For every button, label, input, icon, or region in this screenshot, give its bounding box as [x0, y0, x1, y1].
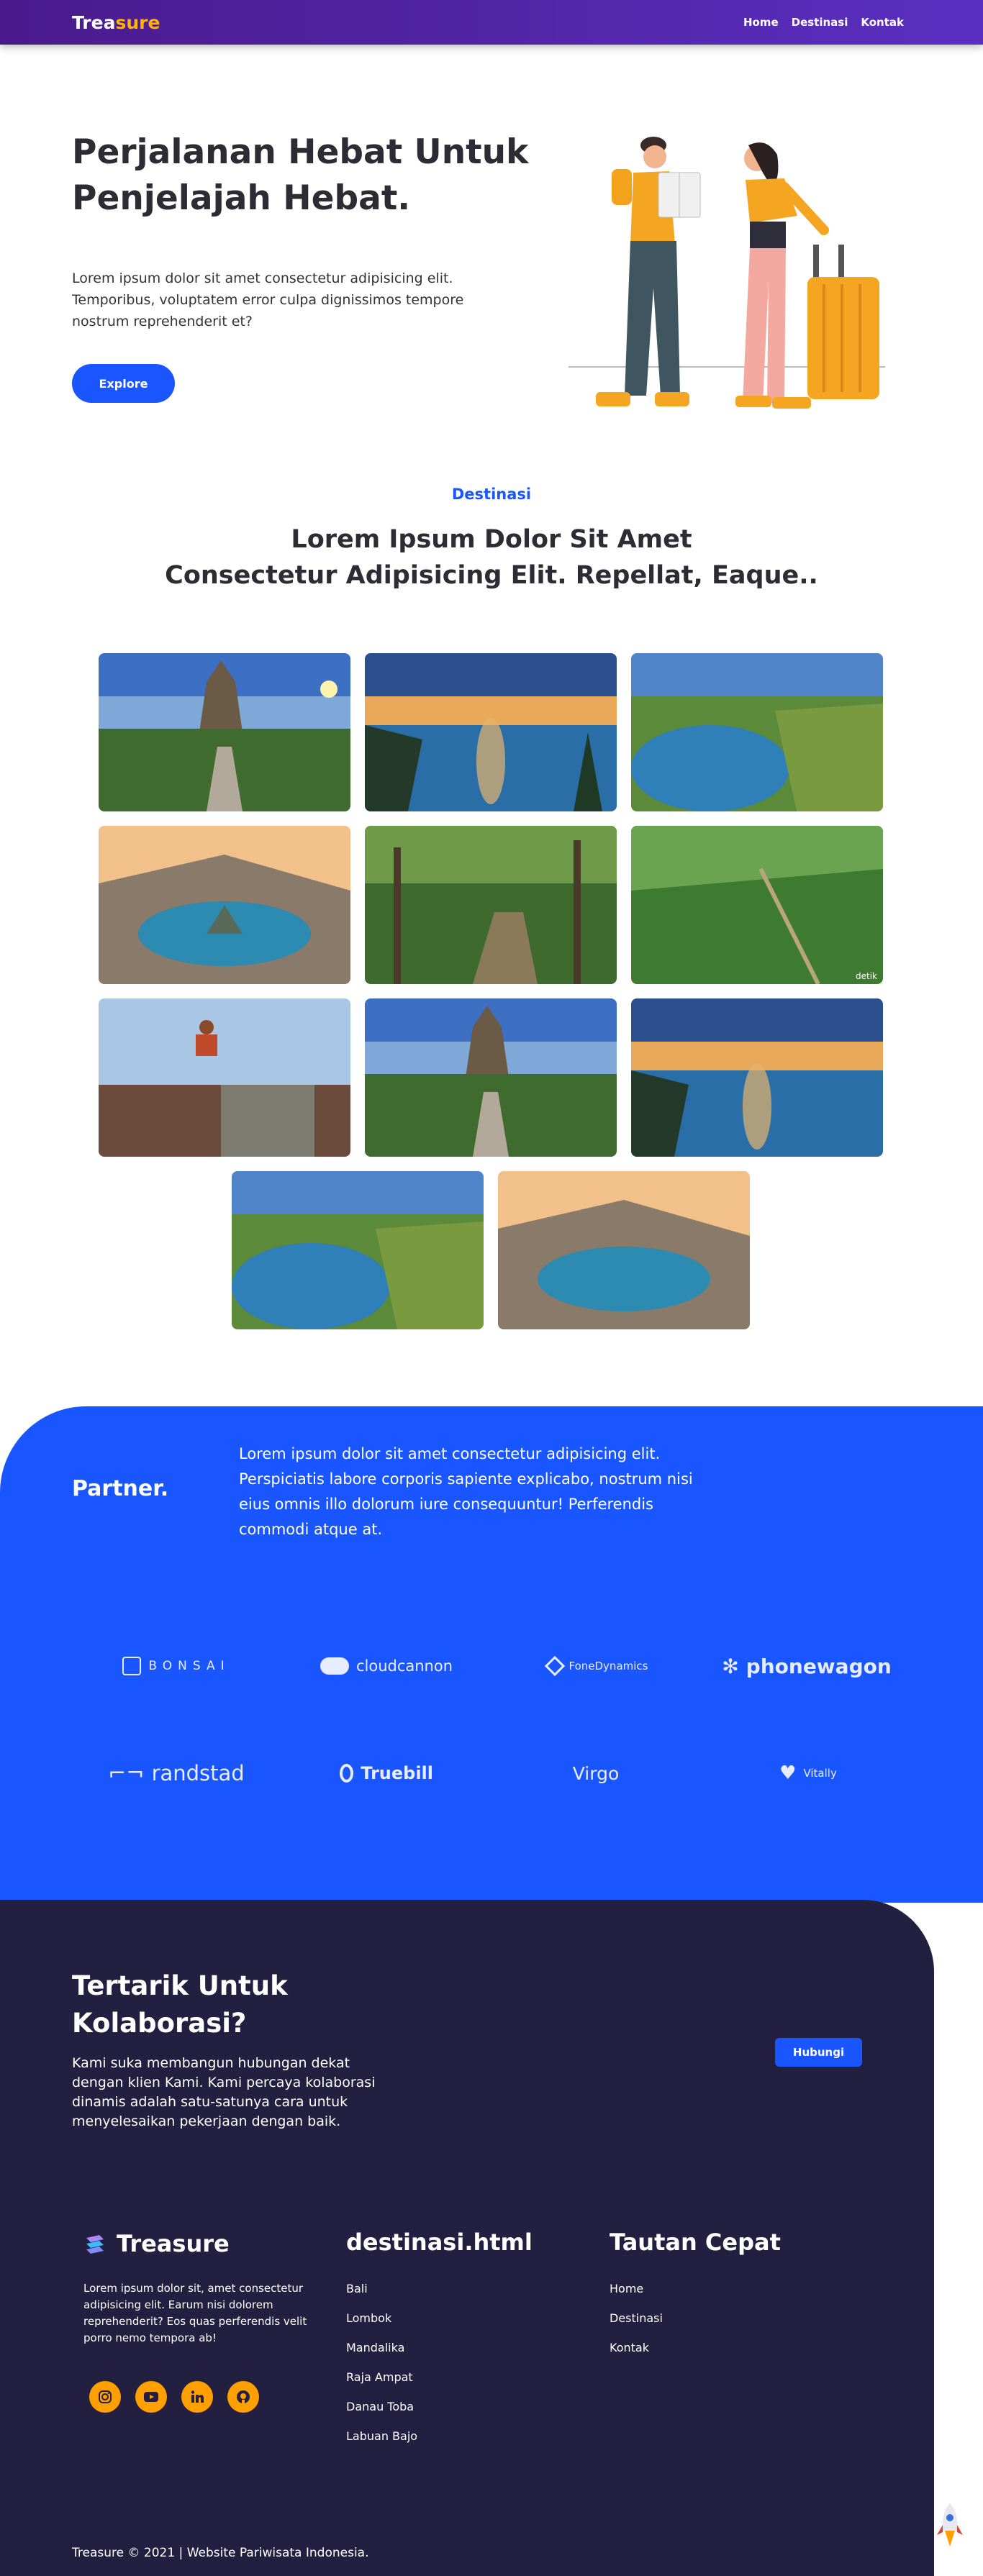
hero-title: Perjalanan Hebat Untuk Penjelajah Hebat.	[72, 132, 529, 218]
footer-link-home[interactable]: Home	[610, 2282, 663, 2311]
footer-link-raja-ampat[interactable]: Raja Ampat	[346, 2370, 417, 2400]
partner-logo-virgo-text: Virgo	[572, 1762, 620, 1784]
footer-link-lombok[interactable]: Lombok	[346, 2311, 417, 2341]
partner-logo-randstad-text: randstad	[151, 1761, 245, 1785]
partner-logo-truebill: Truebill	[340, 1759, 433, 1788]
footer-link-destinasi[interactable]: Destinasi	[610, 2311, 663, 2341]
randstad-icon: ⌐¬	[108, 1760, 145, 1786]
partner-logo-vitally-text: Vitally	[803, 1767, 837, 1780]
gallery-image-crater-lake[interactable]	[498, 1171, 750, 1329]
footer-destinasi-title: destinasi.html	[346, 2229, 533, 2256]
destinasi-kicker: Destinasi	[451, 486, 532, 503]
footer-destinasi-links: Bali Lombok Mandalika Raja Ampat Danau T…	[346, 2282, 417, 2459]
partner-logo-cloudcannon-text: cloudcannon	[355, 1657, 453, 1675]
partner-logo-phonewagon: ✻ phonewagon	[715, 1652, 899, 1680]
collab-title: Tertarik Untuk Kolaborasi?	[72, 1970, 288, 2039]
youtube-icon[interactable]	[135, 2381, 167, 2413]
partner-logo-randstad: ⌐¬ randstad	[104, 1759, 248, 1788]
instagram-icon[interactable]	[89, 2381, 121, 2413]
treasure-logo-icon	[86, 2235, 104, 2254]
collab-description: Kami suka membangun hubungan dekat denga…	[72, 2055, 376, 2129]
nav-link-destinasi[interactable]: Destinasi	[792, 16, 848, 29]
partner-logo-virgo: Virgo	[563, 1759, 628, 1788]
footer-link-bali[interactable]: Bali	[346, 2282, 417, 2311]
footer-link-kontak[interactable]: Kontak	[610, 2341, 663, 2370]
gallery-image-temple[interactable]	[99, 653, 350, 811]
partner-title: Partner.	[72, 1476, 169, 1501]
footer-tautan-links: Home Destinasi Kontak	[610, 2282, 663, 2370]
truebill-icon	[340, 1764, 354, 1783]
footer-brand[interactable]: Treasure	[83, 2230, 230, 2257]
hero-description: Lorem ipsum dolor sit amet consectetur a…	[72, 270, 464, 329]
copyright-text: Treasure © 2021 | Website Pariwisata Ind…	[72, 2546, 369, 2560]
gallery-image-crater-lake[interactable]	[99, 826, 350, 984]
brand-text-part2: sure	[115, 12, 160, 33]
brand-logo[interactable]: Treasure	[72, 12, 160, 33]
social-links	[89, 2381, 259, 2413]
nav-link-home[interactable]: Home	[743, 16, 779, 29]
partner-logo-fonedynamics-text: FoneDynamics	[568, 1660, 648, 1672]
hubungi-button[interactable]: Hubungi	[775, 2038, 862, 2067]
cloudcannon-icon	[320, 1657, 349, 1675]
gallery-image-stone-jumper[interactable]	[99, 998, 350, 1157]
navbar: Treasure Home Destinasi Kontak	[0, 0, 983, 45]
footer-brand-name: Treasure	[117, 2230, 230, 2257]
vitally-icon: ♥	[779, 1762, 797, 1784]
gallery-image-lake-sunset[interactable]	[631, 998, 883, 1157]
partner-logo-bonsai: BONSAI	[119, 1652, 234, 1680]
gallery-image-lake-sunset[interactable]	[365, 653, 617, 811]
gallery-image-temple[interactable]	[365, 998, 617, 1157]
gallery-image-island-bay[interactable]	[232, 1171, 484, 1329]
footer-link-danau-toba[interactable]: Danau Toba	[346, 2400, 417, 2429]
rocket-icon[interactable]	[936, 2502, 964, 2551]
fonedynamics-icon	[544, 1655, 565, 1677]
partner-description: Lorem ipsum dolor sit amet consectetur a…	[239, 1445, 693, 1538]
brand-text-part1: Trea	[72, 12, 116, 33]
footer-about: Lorem ipsum dolor sit, amet consectetur …	[83, 2282, 307, 2344]
gallery-image-island-bay[interactable]	[631, 653, 883, 811]
partner-logo-truebill-text: Truebill	[361, 1763, 433, 1783]
gallery-image-green-hills[interactable]: detik	[631, 826, 883, 984]
nav-link-kontak[interactable]: Kontak	[861, 16, 904, 29]
travelers-illustration	[568, 137, 885, 409]
github-icon[interactable]	[227, 2381, 259, 2413]
footer-link-labuan-bajo[interactable]: Labuan Bajo	[346, 2429, 417, 2459]
partner-logo-vitally: ♥ Vitally	[769, 1759, 848, 1788]
destinasi-title: Lorem Ipsum Dolor Sit Amet Consectetur A…	[132, 522, 851, 593]
bonsai-icon	[122, 1657, 142, 1675]
destinasi-title-line1: Lorem Ipsum Dolor Sit Amet	[291, 525, 692, 554]
phonewagon-icon: ✻	[722, 1654, 739, 1678]
partner-logo-phonewagon-text: phonewagon	[746, 1654, 892, 1678]
nav-links: Home Destinasi Kontak	[743, 16, 904, 29]
partner-logo-bonsai-text: BONSAI	[148, 1659, 230, 1673]
partner-logo-fonedynamics: FoneDynamics	[538, 1652, 657, 1680]
footer-tautan-title: Tautan Cepat	[610, 2229, 781, 2256]
footer-link-mandalika[interactable]: Mandalika	[346, 2341, 417, 2370]
explore-button[interactable]: Explore	[72, 364, 175, 403]
linkedin-icon[interactable]	[181, 2381, 213, 2413]
destinasi-title-line2: Consectetur Adipisicing Elit. Repellat, …	[165, 561, 818, 590]
gallery-watermark: detik	[856, 971, 877, 981]
gallery-image-forest-bridge[interactable]	[365, 826, 617, 984]
partner-logo-cloudcannon: cloudcannon	[311, 1652, 462, 1680]
